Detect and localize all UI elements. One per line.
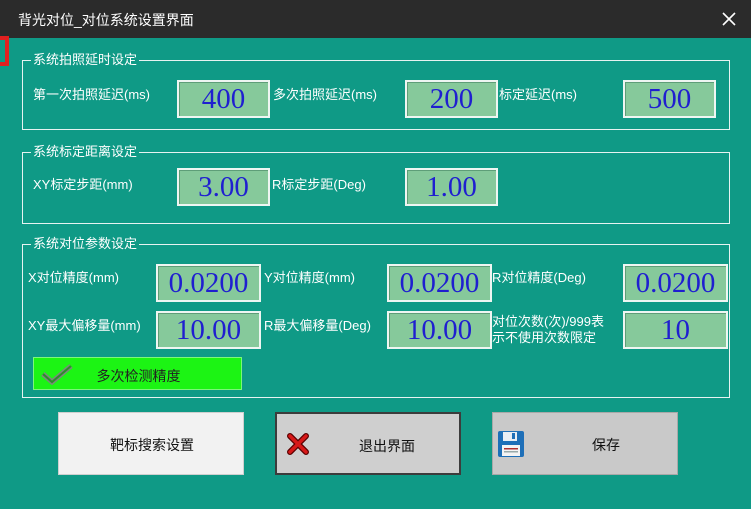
xy-step-label: XY标定步距(mm) bbox=[33, 177, 133, 192]
multi-delay-label: 多次拍照延迟(ms) bbox=[273, 87, 377, 102]
r-precision-input[interactable]: 0.0200 bbox=[623, 264, 728, 302]
first-delay-input[interactable]: 400 bbox=[177, 80, 270, 118]
close-icon bbox=[722, 12, 736, 26]
target-search-label: 靶标搜索设置 bbox=[110, 437, 194, 453]
floppy-disk-icon bbox=[498, 431, 524, 457]
y-precision-label: Y对位精度(mm) bbox=[264, 270, 355, 285]
exit-button[interactable]: 退出界面 bbox=[275, 412, 461, 475]
align-count-label: 对位次数(次)/999表 bbox=[492, 314, 604, 329]
exit-label: 退出界面 bbox=[359, 438, 415, 454]
r-step-label: R标定步距(Deg) bbox=[272, 177, 366, 192]
calib-distance-legend: 系统标定距离设定 bbox=[31, 144, 140, 160]
align-params-legend: 系统对位参数设定 bbox=[31, 236, 140, 252]
multi-check-label: 多次检测精度 bbox=[96, 368, 181, 384]
r-precision-label: R对位精度(Deg) bbox=[492, 270, 586, 285]
edge-marker-icon bbox=[0, 36, 9, 66]
multi-check-precision-toggle[interactable]: 多次检测精度 bbox=[33, 357, 242, 390]
r-step-input[interactable]: 1.00 bbox=[405, 168, 498, 206]
x-precision-input[interactable]: 0.0200 bbox=[156, 264, 261, 302]
xy-offset-input[interactable]: 10.00 bbox=[156, 311, 261, 349]
first-delay-label: 第一次拍照延迟(ms) bbox=[33, 87, 150, 102]
y-precision-input[interactable]: 0.0200 bbox=[387, 264, 492, 302]
close-button[interactable] bbox=[707, 0, 751, 38]
r-offset-input[interactable]: 10.00 bbox=[387, 311, 492, 349]
x-precision-label: X对位精度(mm) bbox=[28, 270, 119, 285]
save-button[interactable]: 保存 bbox=[492, 412, 678, 475]
target-search-settings-button[interactable]: 靶标搜索设置 bbox=[58, 412, 244, 475]
align-count-label-line2: 示不使用次数限定 bbox=[492, 330, 597, 345]
align-count-input[interactable]: 10 bbox=[623, 311, 728, 349]
title-bar: 背光对位_对位系统设置界面 bbox=[0, 0, 751, 38]
xy-offset-label: XY最大偏移量(mm) bbox=[28, 318, 141, 333]
photo-delay-legend: 系统拍照延时设定 bbox=[31, 52, 140, 68]
window-title: 背光对位_对位系统设置界面 bbox=[18, 12, 194, 28]
xy-step-input[interactable]: 3.00 bbox=[177, 168, 270, 206]
save-label: 保存 bbox=[592, 437, 620, 453]
red-x-icon bbox=[287, 433, 309, 455]
calib-delay-input[interactable]: 500 bbox=[623, 80, 716, 118]
calib-delay-label: 标定延迟(ms) bbox=[499, 87, 577, 102]
r-offset-label: R最大偏移量(Deg) bbox=[264, 318, 371, 333]
multi-delay-input[interactable]: 200 bbox=[405, 80, 498, 118]
